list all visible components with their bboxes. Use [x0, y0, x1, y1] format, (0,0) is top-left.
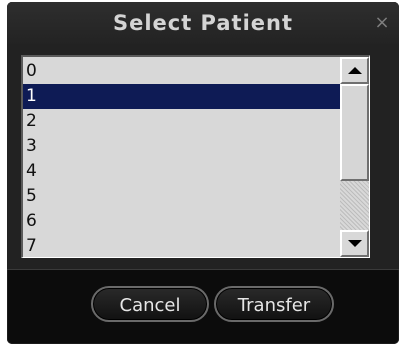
patient-list-item[interactable]: 4 — [23, 159, 367, 184]
scroll-up-button[interactable] — [340, 57, 369, 84]
scroll-thumb[interactable] — [340, 84, 369, 181]
patient-list-item[interactable]: 6 — [23, 209, 367, 234]
patient-list-item[interactable]: 1 — [23, 84, 367, 109]
list-scrollbar[interactable] — [340, 57, 369, 257]
dialog-title: Select Patient — [112, 11, 294, 35]
cancel-button[interactable]: Cancel — [91, 286, 209, 322]
patient-listbox[interactable]: 01234567 — [21, 55, 370, 258]
select-patient-dialog: Select Patient × 01234567 Cancel Transfe… — [7, 2, 399, 344]
close-icon[interactable]: × — [371, 2, 393, 44]
dialog-divider — [7, 269, 399, 270]
transfer-button[interactable]: Transfer — [214, 286, 334, 322]
patient-list-item[interactable]: 2 — [23, 109, 367, 134]
patient-list-item[interactable]: 5 — [23, 184, 367, 209]
dialog-titlebar: Select Patient × — [7, 2, 399, 44]
patient-list: 01234567 — [23, 59, 367, 257]
patient-list-item[interactable]: 7 — [23, 234, 367, 257]
arrow-down-icon — [348, 240, 362, 247]
arrow-up-icon — [348, 67, 362, 74]
patient-list-item[interactable]: 3 — [23, 134, 367, 159]
scroll-down-button[interactable] — [340, 230, 369, 257]
patient-list-item[interactable]: 0 — [23, 59, 367, 84]
